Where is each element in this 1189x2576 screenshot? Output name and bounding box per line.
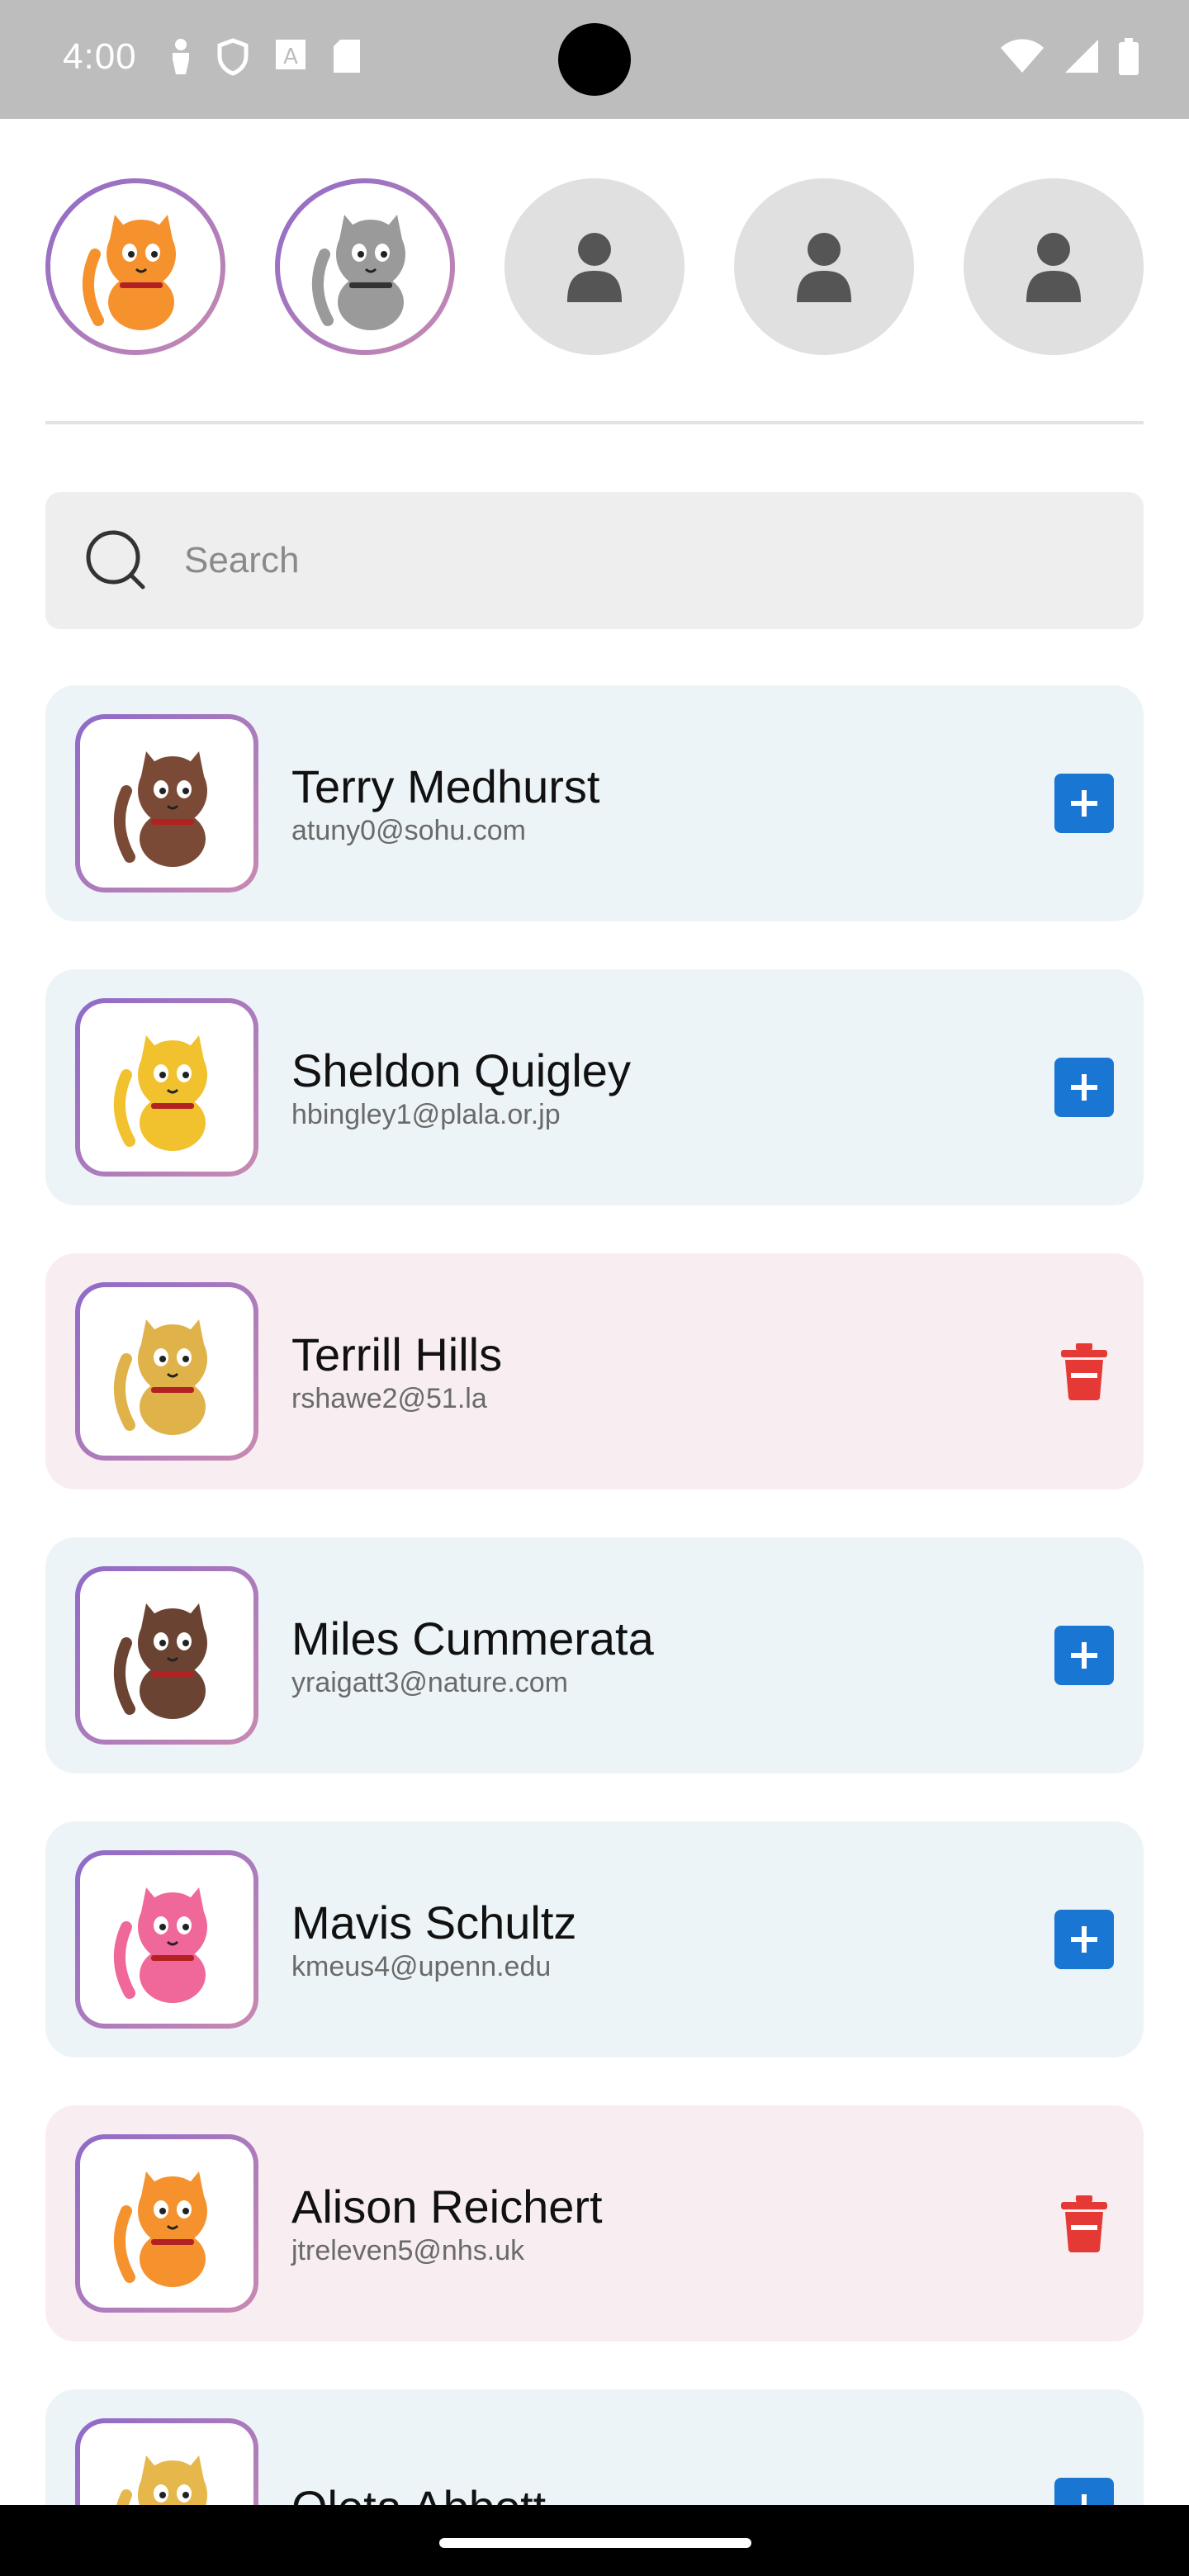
cat-avatar-icon xyxy=(114,1319,207,1435)
search-input[interactable] xyxy=(184,540,1010,581)
remove-user-button[interactable] xyxy=(1054,1342,1114,1401)
wifi-icon xyxy=(1001,39,1044,73)
user-card[interactable]: Terrill Hills rshawe2@51.la xyxy=(45,1253,1144,1489)
user-email: atuny0@sohu.com xyxy=(291,815,527,846)
person-placeholder-icon xyxy=(797,233,851,302)
search-bar[interactable] xyxy=(45,492,1144,629)
add-user-button[interactable] xyxy=(1054,1626,1114,1685)
person-placeholder-icon xyxy=(1026,233,1081,302)
user-email: kmeus4@upenn.edu xyxy=(291,1951,552,1982)
camera-cutout xyxy=(558,23,631,96)
plus-icon xyxy=(1071,1074,1097,1101)
status-bar: 4:00 A xyxy=(0,0,1189,119)
user-card[interactable]: Miles Cummerata yraigatt3@nature.com xyxy=(45,1537,1144,1773)
svg-text:A: A xyxy=(283,45,298,69)
add-user-button[interactable] xyxy=(1054,774,1114,833)
user-name: Alison Reichert xyxy=(291,2181,603,2233)
user-email: rshawe2@51.la xyxy=(291,1383,487,1414)
battery-icon xyxy=(1119,38,1139,75)
cat-avatar-icon xyxy=(83,215,176,330)
person-icon xyxy=(173,39,189,74)
user-avatar xyxy=(75,1850,258,2029)
user-email: jtreleven5@nhs.uk xyxy=(291,2235,525,2266)
empty-avatar-slot[interactable] xyxy=(964,178,1144,355)
user-info: Miles Cummerata yraigatt3@nature.com xyxy=(291,1612,1054,1699)
user-name: Mavis Schultz xyxy=(291,1896,577,1949)
user-info: Terrill Hills rshawe2@51.la xyxy=(291,1328,1054,1415)
divider xyxy=(45,421,1144,424)
signal-icon xyxy=(1065,40,1098,73)
user-card[interactable]: Mavis Schultz kmeus4@upenn.edu xyxy=(45,1821,1144,2057)
home-gesture-handle[interactable] xyxy=(439,2538,751,2548)
plus-icon xyxy=(1071,1642,1097,1669)
trash-icon xyxy=(1061,1343,1107,1400)
user-email: yraigatt3@nature.com xyxy=(291,1667,569,1698)
user-name: Sheldon Quigley xyxy=(291,1044,631,1096)
selected-avatars-row xyxy=(45,178,1144,355)
plus-icon xyxy=(1071,790,1097,817)
user-info: Terry Medhurst atuny0@sohu.com xyxy=(291,760,1054,847)
remove-user-button[interactable] xyxy=(1054,2194,1114,2253)
user-card[interactable]: Alison Reichert jtreleven5@nhs.uk xyxy=(45,2105,1144,2342)
user-card[interactable]: Terry Medhurst atuny0@sohu.com xyxy=(45,685,1144,921)
user-info: Alison Reichert jtreleven5@nhs.uk xyxy=(291,2180,1054,2267)
selected-avatar[interactable] xyxy=(45,178,225,355)
selected-avatar[interactable] xyxy=(275,178,455,355)
plus-icon xyxy=(1071,1926,1097,1953)
a-badge-icon: A xyxy=(276,40,306,69)
add-user-button[interactable] xyxy=(1054,1058,1114,1117)
cat-avatar-icon xyxy=(114,1603,207,1719)
shield-icon xyxy=(217,38,249,76)
user-avatar xyxy=(75,714,258,893)
cat-avatar-icon xyxy=(114,1035,207,1151)
cat-avatar-icon xyxy=(114,2171,207,2287)
cat-avatar-icon xyxy=(114,1887,207,2003)
empty-avatar-slot[interactable] xyxy=(734,178,914,355)
user-name: Miles Cummerata xyxy=(291,1612,654,1664)
user-avatar xyxy=(75,1566,258,1745)
user-name: Terry Medhurst xyxy=(291,760,600,812)
user-name: Terrill Hills xyxy=(291,1328,503,1380)
cat-avatar-icon xyxy=(114,751,207,867)
user-email: hbingley1@plala.or.jp xyxy=(291,1099,561,1130)
user-avatar xyxy=(75,2134,258,2313)
user-info: Sheldon Quigley hbingley1@plala.or.jp xyxy=(291,1044,1054,1131)
user-info: Mavis Schultz kmeus4@upenn.edu xyxy=(291,1896,1054,1983)
user-card[interactable]: Sheldon Quigley hbingley1@plala.or.jp xyxy=(45,969,1144,1205)
user-avatar xyxy=(75,1282,258,1461)
person-placeholder-icon xyxy=(567,233,622,302)
sd-card-icon xyxy=(334,40,360,73)
add-user-button[interactable] xyxy=(1054,1910,1114,1969)
empty-avatar-slot[interactable] xyxy=(504,178,685,355)
trash-icon xyxy=(1061,2195,1107,2252)
search-icon xyxy=(86,530,145,590)
status-time: 4:00 xyxy=(63,36,137,77)
user-avatar xyxy=(75,998,258,1177)
cat-avatar-icon xyxy=(312,215,405,330)
